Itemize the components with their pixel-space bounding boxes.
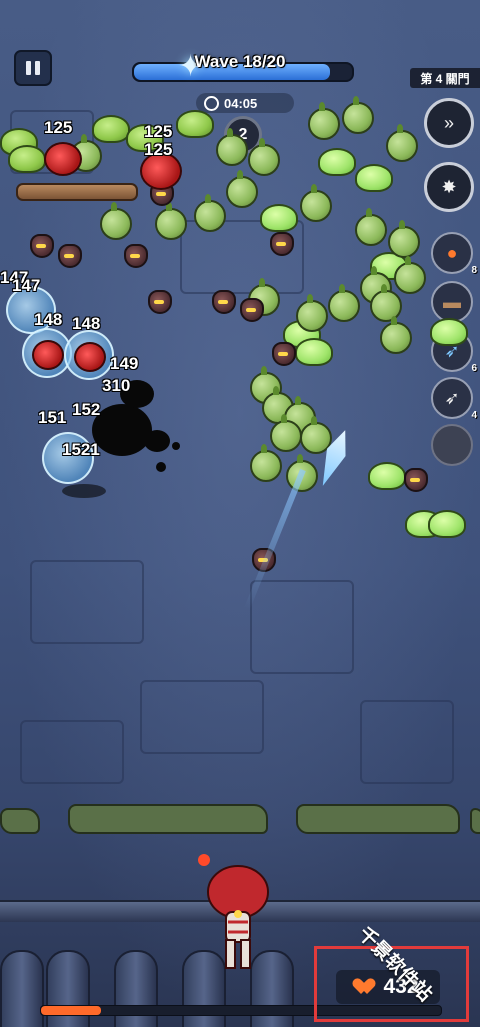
sprout-enemy: [216, 128, 248, 166]
sprout-enemy: [248, 138, 280, 176]
slime-enemy: [428, 510, 466, 538]
game-stage[interactable]: ✦ Wave 18/20 04:05 2 第 4 關門 » ✸ ● 8 ▬ ➶ …: [0, 0, 480, 1027]
sprout-enemy: [300, 184, 332, 222]
wall-stone: [250, 580, 354, 674]
damage-number: 152: [72, 400, 101, 419]
speed-toggle-button[interactable]: »: [424, 98, 474, 148]
fireball-skill[interactable]: ● 8: [431, 232, 477, 276]
slime-enemy: [260, 204, 298, 232]
spiky-enemy: [270, 232, 294, 256]
sprout-enemy: [250, 444, 282, 482]
sprout-enemy: [370, 284, 402, 322]
ice-arrow-count: 6: [471, 363, 477, 374]
spiked-log-skill[interactable]: ▬: [431, 281, 473, 323]
wall-bush: [296, 804, 460, 834]
sprout-enemy: [296, 294, 328, 332]
fast-forward-icon: »: [443, 112, 454, 133]
timer-value: 04:05: [224, 95, 258, 111]
damage-number: 1521: [62, 440, 100, 459]
fireball-icon: ●: [446, 242, 458, 263]
castle-pillar: [0, 950, 44, 1027]
ink-splash: [62, 484, 106, 498]
damage-number: 151: [38, 408, 67, 427]
sprout-enemy: [388, 220, 420, 258]
sprout-enemy: [355, 208, 387, 246]
damage-number: 125: [144, 122, 173, 141]
slime-enemy: [318, 148, 356, 176]
spiky-enemy: [30, 234, 54, 258]
wall-bush: [0, 808, 40, 834]
spiky-enemy: [58, 244, 82, 268]
spiky-enemy: [124, 244, 148, 268]
damage-number: 125: [44, 118, 73, 137]
slime-enemy: [92, 115, 130, 143]
spiked-log-icon: ▬: [443, 291, 461, 312]
sprout-enemy: [226, 170, 258, 208]
damage-number: 148: [34, 310, 63, 329]
sprout-enemy: [380, 316, 412, 354]
wave-label: Wave 18/20: [194, 52, 286, 71]
damage-number: 310: [102, 376, 131, 395]
damage-number: 149: [110, 354, 139, 373]
wall-bush: [470, 808, 480, 834]
wall-stone: [140, 680, 264, 754]
spiky-enemy: [272, 342, 296, 366]
slime-enemy: [295, 338, 333, 366]
burst-icon: ✸: [441, 176, 457, 197]
ink-splash: [144, 430, 170, 452]
stage-tag: 第 4 關門: [410, 68, 480, 88]
sprout-enemy: [100, 202, 132, 240]
sprout-enemy: [155, 202, 187, 240]
damage-number: 148: [72, 314, 101, 333]
slime-enemy: [8, 145, 46, 173]
clock-icon: [204, 95, 219, 111]
arrow-count: 4: [471, 410, 477, 421]
ink-splash: [92, 404, 152, 456]
sprout-enemy: [308, 102, 340, 140]
sprout-enemy: [194, 194, 226, 232]
sprout-enemy: [328, 284, 360, 322]
damage-number: 147: [12, 276, 41, 295]
slime-enemy: [355, 164, 393, 192]
sprout-enemy: [386, 124, 418, 162]
damage-number: 125: [144, 140, 173, 159]
wall-stone: [20, 720, 124, 784]
wall-stone: [360, 700, 454, 784]
wall-stone: [30, 560, 144, 644]
spiky-enemy: [148, 290, 172, 314]
red-enemy: [32, 340, 64, 370]
spiky-enemy: [240, 298, 264, 322]
slime-enemy: [430, 318, 468, 346]
ink-splash: [156, 462, 166, 472]
sprout-enemy: [342, 96, 374, 134]
burst-skill-button[interactable]: ✸: [424, 162, 474, 212]
red-bomb-enemy: [44, 142, 82, 176]
spiky-enemy: [212, 290, 236, 314]
sprout-enemy: [270, 414, 302, 452]
slime-enemy: [176, 110, 214, 138]
spiky-enemy: [404, 468, 428, 492]
player-hp-fill: [41, 1006, 101, 1015]
slime-enemy: [368, 462, 406, 490]
empty-skill-slot[interactable]: [431, 424, 473, 466]
spiked-log-projectile: [16, 183, 138, 201]
wave-timer: 04:05: [196, 93, 294, 113]
red-enemy: [74, 342, 106, 372]
sprout-enemy: [394, 256, 426, 294]
fireball-count: 8: [471, 265, 477, 276]
arrow-skill[interactable]: ➶ 4: [431, 377, 477, 421]
ink-splash: [172, 442, 180, 450]
arrow-icon: ➶: [444, 387, 460, 408]
flame-icon: [198, 854, 210, 866]
wall-bush: [68, 804, 268, 834]
hero-character: [198, 854, 269, 969]
